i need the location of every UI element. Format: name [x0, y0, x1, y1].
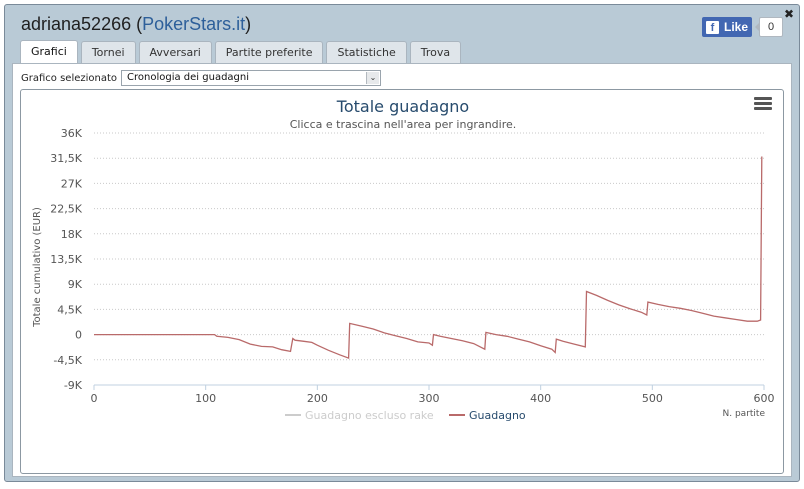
y-tick-label: -4,5K — [53, 354, 82, 367]
series-line-guadagno — [94, 156, 763, 360]
x-tick-label: 100 — [195, 392, 216, 405]
facebook-like-button[interactable]: f Like — [702, 17, 752, 37]
x-tick-label: 400 — [530, 392, 551, 405]
tab-bar: Grafici Tornei Avversari Partite preferi… — [20, 40, 464, 63]
x-tick-label: 300 — [419, 392, 440, 405]
y-tick-label: -9K — [64, 379, 83, 392]
legend-item-escluso-rake[interactable]: Guadagno escluso rake — [305, 409, 434, 422]
chevron-down-icon[interactable]: ⌄ — [366, 72, 380, 84]
chart-series — [94, 156, 763, 360]
chart-title: Totale guadagno — [336, 97, 469, 116]
chart-selector-label: Grafico selezionato — [21, 72, 118, 84]
x-tick-label: 200 — [307, 392, 328, 405]
x-tick-label: 500 — [642, 392, 663, 405]
profile-window: adriana52266 (PokerStars.it) ✖ f Like 0 … — [4, 4, 800, 482]
title-bar: adriana52266 (PokerStars.it) ✖ f Like 0 … — [5, 5, 799, 63]
x-axis-label: N. partite — [723, 409, 766, 419]
y-tick-label: 13,5K — [50, 253, 82, 266]
earnings-chart[interactable]: -9K-4,5K04,5K9K13,5K18K22,5K27K31,5K36K … — [21, 90, 785, 475]
y-axis-label: Totale cumulativo (EUR) — [32, 207, 43, 328]
tab-statistiche[interactable]: Statistiche — [326, 41, 407, 63]
title-paren-open: ( — [131, 14, 143, 34]
tab-content: Grafico selezionato Cronologia dei guada… — [12, 63, 792, 477]
y-tick-label: 0 — [75, 329, 82, 342]
y-tick-label: 31,5K — [50, 152, 82, 165]
like-label: Like — [724, 20, 749, 34]
chart-grid — [94, 132, 764, 386]
window-title: adriana52266 (PokerStars.it) — [21, 14, 251, 35]
chart-menu-icon[interactable] — [754, 97, 772, 113]
chart-select-value: Cronologia dei guadagni — [127, 72, 250, 83]
y-tick-label: 22,5K — [50, 203, 82, 216]
chart-subtitle: Clicca e trascina nell'area per ingrandi… — [290, 118, 517, 131]
chart-container[interactable]: -9K -4,5K 0 4,5K 9K 13,5K 18K 22,5K 27K 31,5K 36K … — [20, 89, 784, 474]
y-tick-label: 9K — [68, 278, 83, 291]
close-icon[interactable]: ✖ — [784, 7, 794, 21]
y-tick-label: 18K — [61, 228, 83, 241]
username: adriana52266 — [21, 14, 132, 34]
y-axis-ticks: -9K -4,5K 0 4,5K 9K 13,5K 18K 22,5K 27K 31,5K 36K — [50, 127, 82, 392]
site-link[interactable]: PokerStars.it — [142, 14, 245, 34]
chart-select[interactable]: Cronologia dei guadagni ⌄ — [121, 70, 382, 86]
chart-selector-row: Grafico selezionato Cronologia dei guada… — [21, 70, 382, 86]
tab-partite-preferite[interactable]: Partite preferite — [214, 41, 324, 63]
x-axis-ticks: 0 100 200 300 400 500 600 — [91, 385, 775, 405]
tab-grafici[interactable]: Grafici — [20, 40, 78, 63]
y-tick-label: 36K — [61, 127, 83, 140]
tab-avversari[interactable]: Avversari — [138, 41, 212, 63]
legend: Guadagno escluso rake Guadagno — [285, 409, 526, 422]
title-paren-close: ) — [245, 14, 252, 34]
tab-trova[interactable]: Trova — [409, 41, 462, 63]
legend-item-guadagno[interactable]: Guadagno — [469, 409, 526, 422]
x-tick-label: 600 — [754, 392, 775, 405]
facebook-f-icon: f — [706, 20, 719, 34]
tab-tornei[interactable]: Tornei — [80, 41, 136, 63]
like-count: 0 — [755, 17, 783, 37]
y-tick-label: 4,5K — [57, 303, 82, 316]
x-tick-label: 0 — [91, 392, 98, 405]
y-tick-label: 27K — [61, 177, 83, 190]
